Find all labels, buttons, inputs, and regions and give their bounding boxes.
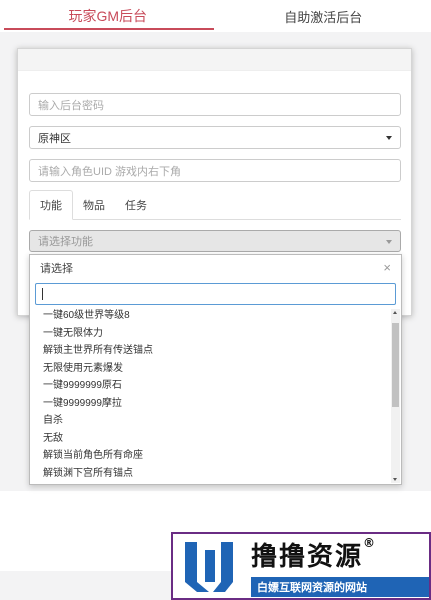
list-item[interactable]: 无敌 [30, 430, 391, 448]
text-cursor [42, 288, 43, 300]
list-item[interactable]: 无限使用元素爆发 [30, 360, 391, 378]
list-item[interactable]: 解锁当前角色所有命座 [30, 447, 391, 465]
list-item[interactable]: 解锁主世界所有传送锚点 [30, 342, 391, 360]
list-item[interactable]: 一键60级世界等级8 [30, 307, 391, 325]
watermark-logo-icon [185, 542, 233, 592]
function-dropdown: 请选择 × 一键60级世界等级8 一键无限体力 解锁主世界所有传送锚点 无限使用… [29, 254, 402, 485]
scrollbar-thumb[interactable] [392, 323, 399, 407]
tab-items[interactable]: 物品 [73, 190, 115, 219]
scroll-down-arrow-icon[interactable] [393, 478, 397, 481]
registered-mark: ® [363, 535, 378, 550]
list-item[interactable]: 自杀 [30, 412, 391, 430]
caret-down-icon [386, 136, 392, 140]
top-tab-bar: 玩家GM后台 自助激活后台 [0, 0, 431, 32]
panel-header [18, 49, 411, 71]
sub-tab-bar: 功能 物品 任务 [29, 190, 401, 220]
list-item[interactable]: 解锁渊下宫所有锚点 [30, 465, 391, 483]
password-input[interactable]: 输入后台密码 [29, 93, 401, 116]
dropdown-search-input[interactable] [35, 283, 396, 305]
tab-self-activation[interactable]: 自助激活后台 [216, 0, 431, 32]
uid-placeholder: 请输入角色UID 游戏内右下角 [38, 165, 181, 178]
tab-player-gm[interactable]: 玩家GM后台 [0, 0, 216, 32]
scroll-up-arrow-icon[interactable] [393, 311, 397, 314]
function-select[interactable]: 请选择功能 [29, 230, 401, 252]
tab-quests[interactable]: 任务 [115, 190, 157, 219]
dropdown-header-label: 请选择 [40, 263, 73, 275]
dropdown-scrollbar[interactable] [391, 309, 400, 483]
list-item[interactable]: 一键9999999原石 [30, 377, 391, 395]
watermark-title: 撸撸资源 [251, 541, 364, 572]
list-item[interactable]: 一键9999999摩拉 [30, 395, 391, 413]
dropdown-option-list: 一键60级世界等级8 一键无限体力 解锁主世界所有传送锚点 无限使用元素爆发 一… [30, 307, 391, 483]
dropdown-header: 请选择 × [30, 255, 401, 281]
uid-input[interactable]: 请输入角色UID 游戏内右下角 [29, 159, 401, 182]
tab-function[interactable]: 功能 [29, 190, 73, 220]
list-item[interactable]: 一键无限体力 [30, 325, 391, 343]
watermark-subtitle: 白嫖互联网资源的网站 [251, 576, 429, 597]
watermark-banner: 撸撸资源® 白嫖互联网资源的网站 [171, 532, 431, 600]
caret-down-icon [386, 240, 392, 244]
function-select-placeholder: 请选择功能 [38, 236, 93, 248]
close-icon[interactable]: × [383, 260, 391, 275]
password-placeholder: 输入后台密码 [38, 99, 104, 112]
server-select[interactable]: 原神区 [29, 126, 401, 149]
server-select-value: 原神区 [38, 132, 71, 145]
